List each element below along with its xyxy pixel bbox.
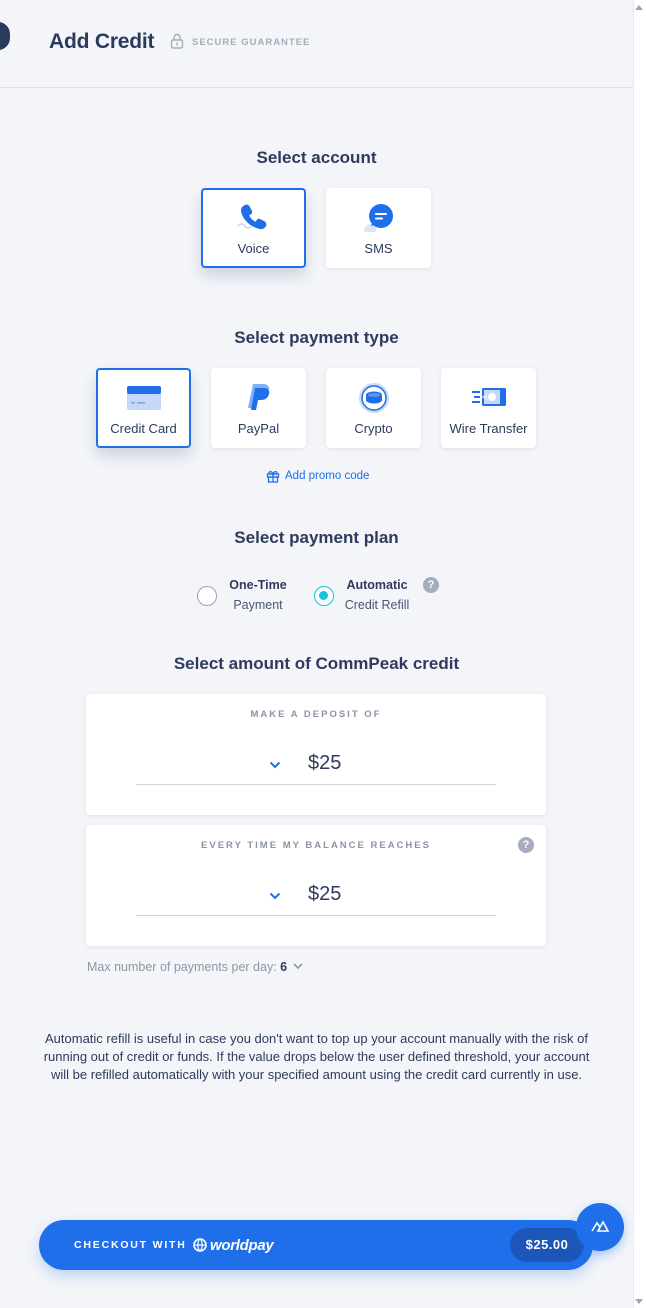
wire-transfer-icon (471, 388, 506, 406)
threshold-label: EVERY TIME MY BALANCE REACHES (201, 840, 431, 851)
threshold-amount-box: EVERY TIME MY BALANCE REACHES ? $25 (86, 825, 546, 946)
plan-option-title: Automatic (346, 578, 408, 592)
max-payments-label: Max number of payments per day: (87, 960, 277, 974)
chevron-down-icon[interactable] (269, 892, 281, 900)
chevron-down-icon[interactable] (269, 761, 281, 769)
select-payment-plan-title: Select payment plan (234, 528, 399, 547)
phone-icon (236, 204, 266, 230)
worldpay-logo: worldpay (193, 1235, 274, 1255)
plan-option-subtitle: Payment (233, 598, 283, 612)
max-payments-row: Max number of payments per day: 6 (87, 960, 303, 974)
mountain-logo-icon (591, 1220, 609, 1232)
account-option-voice[interactable]: Voice (201, 188, 306, 268)
divider (136, 784, 496, 785)
plan-option-subtitle: Credit Refill (344, 598, 410, 612)
payment-option-label: Wire Transfer (449, 421, 528, 436)
account-option-sms[interactable]: SMS (326, 188, 431, 268)
credit-card-icon (126, 386, 161, 410)
plan-option-title: One-Time (229, 578, 287, 592)
threshold-help-icon[interactable]: ? (518, 837, 534, 853)
crypto-coin-icon (358, 383, 389, 413)
lock-icon (170, 33, 184, 49)
plan-radio-one-time[interactable] (197, 586, 217, 606)
deposit-amount-box: MAKE A DEPOSIT OF $25 (86, 694, 546, 815)
checkout-price: $25.00 (510, 1228, 584, 1262)
chevron-down-icon[interactable] (293, 963, 303, 970)
payment-option-label: Crypto (354, 421, 393, 436)
chat-bubble-icon (363, 204, 393, 232)
checkout-label: CHECKOUT WITH (74, 1239, 187, 1251)
scroll-down-arrow-icon[interactable] (635, 1299, 643, 1304)
divider (136, 915, 496, 916)
checkout-button[interactable]: CHECKOUT WITH worldpay $25.00 (39, 1220, 593, 1270)
deposit-amount-select[interactable]: $25 (308, 752, 341, 775)
plan-radio-automatic[interactable] (314, 586, 334, 606)
max-payments-select[interactable]: 6 (280, 960, 287, 974)
payment-option-wire-transfer[interactable]: Wire Transfer (441, 368, 536, 448)
page-title: Add Credit (49, 30, 155, 53)
select-account-title: Select account (256, 148, 377, 167)
secure-guarantee-label: SECURE GUARANTEE (192, 37, 311, 48)
worldpay-globe-icon (193, 1238, 207, 1252)
back-button[interactable] (0, 22, 10, 50)
payment-option-paypal[interactable]: PayPal (211, 368, 306, 448)
gift-icon[interactable] (266, 469, 280, 483)
paypal-icon (247, 384, 269, 410)
header: Add Credit SECURE GUARANTEE (0, 0, 633, 88)
payment-option-credit-card[interactable]: Credit Card (96, 368, 191, 448)
plan-help-icon[interactable]: ? (423, 577, 439, 593)
page: Add Credit SECURE GUARANTEE Select accou… (0, 0, 633, 1308)
select-payment-type-title: Select payment type (234, 328, 399, 347)
account-option-label: SMS (364, 241, 393, 256)
auto-refill-info-text: Automatic refill is useful in case you d… (43, 1031, 590, 1082)
scrollbar[interactable] (633, 0, 646, 1308)
payment-option-label: PayPal (237, 421, 280, 436)
select-amount-title: Select amount of CommPeak credit (173, 654, 460, 673)
scroll-up-arrow-icon[interactable] (635, 5, 643, 10)
payment-option-label: Credit Card (110, 421, 177, 436)
account-option-label: Voice (237, 241, 270, 256)
floating-action-button[interactable] (576, 1203, 624, 1251)
worldpay-logo-text: worldpay (210, 1236, 274, 1254)
threshold-amount-select[interactable]: $25 (308, 883, 341, 906)
deposit-label: MAKE A DEPOSIT OF (250, 709, 382, 720)
payment-option-crypto[interactable]: Crypto (326, 368, 421, 448)
add-promo-code-link[interactable]: Add promo code (285, 470, 369, 482)
